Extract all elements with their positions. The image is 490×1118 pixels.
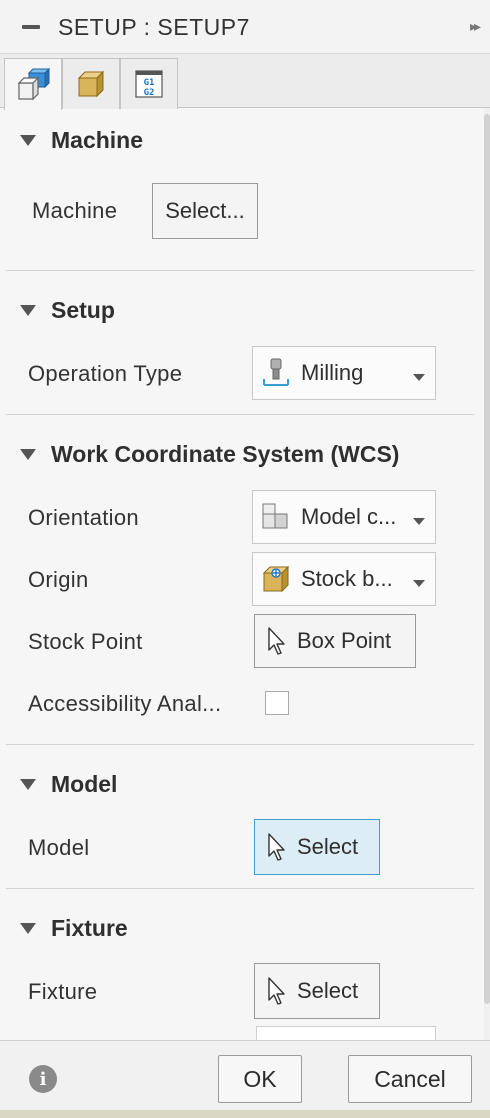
stock-point-label: Stock Point (28, 629, 143, 654)
tab-setup[interactable] (4, 58, 62, 110)
machine-select-label: Select... (165, 198, 245, 223)
cursor-arrow-icon (268, 627, 285, 655)
title-bar[interactable]: SETUP : SETUP7 ▸▸ (0, 0, 490, 54)
chevron-down-icon (413, 518, 425, 525)
info-icon[interactable]: i (29, 1065, 57, 1093)
fixture-select-label: Select (297, 978, 359, 1003)
setup-content-panel: Machine Machine Select... Setup Operatio… (6, 108, 484, 1040)
section-model-header[interactable]: Model (20, 769, 117, 799)
orientation-value: Model c... (301, 504, 397, 529)
cursor-arrow-icon (268, 833, 285, 861)
operation-type-value: Milling (301, 360, 364, 385)
cancel-button[interactable]: Cancel (348, 1055, 472, 1103)
partial-field[interactable] (256, 1026, 436, 1040)
setup-cube-icon (17, 67, 51, 100)
tab-post-process[interactable]: G1 G2 (120, 58, 178, 109)
tab-bar: G1 G2 (0, 54, 490, 110)
origin-dropdown[interactable]: Stock b... (252, 552, 436, 606)
divider (6, 414, 474, 415)
stock-box-icon (77, 70, 105, 98)
collapse-triangle-icon (20, 134, 36, 146)
background-strip (0, 1110, 490, 1118)
model-select-label: Select (297, 834, 359, 859)
section-setup-header[interactable]: Setup (20, 295, 115, 325)
collapse-icon[interactable] (22, 25, 40, 29)
origin-label: Origin (28, 567, 89, 592)
stock-point-button[interactable]: Box Point (254, 614, 416, 668)
accessibility-analysis-checkbox[interactable] (265, 691, 289, 715)
g-code-line1: G1 (144, 78, 155, 88)
scrollbar-thumb[interactable] (484, 114, 490, 1004)
machine-select-button[interactable]: Select... (152, 183, 258, 239)
ok-button-label: OK (243, 1065, 277, 1092)
operation-type-dropdown[interactable]: Milling (252, 346, 436, 400)
operation-type-label: Operation Type (28, 361, 183, 386)
cancel-button-label: Cancel (374, 1065, 446, 1092)
chevron-down-icon (413, 580, 425, 587)
section-wcs-header[interactable]: Work Coordinate System (WCS) (20, 439, 399, 469)
fixture-select-button[interactable]: Select (254, 963, 380, 1019)
orientation-dropdown[interactable]: Model c... (252, 490, 436, 544)
vertical-scrollbar[interactable] (484, 108, 490, 1040)
tab-stock[interactable] (62, 58, 120, 109)
divider (6, 744, 474, 745)
ok-button[interactable]: OK (218, 1055, 302, 1103)
section-wcs-title: Work Coordinate System (WCS) (51, 440, 400, 467)
section-setup-title: Setup (51, 296, 115, 323)
model-orientation-icon (262, 503, 288, 529)
orientation-label: Orientation (28, 505, 139, 530)
setup-dialog: SETUP : SETUP7 ▸▸ G1 G2 Machine Machine … (0, 0, 490, 1110)
chevron-down-icon (413, 374, 425, 381)
section-fixture-header[interactable]: Fixture (20, 913, 128, 943)
g-code-line2: G2 (144, 88, 155, 98)
divider (6, 270, 474, 271)
section-fixture-title: Fixture (51, 914, 128, 941)
model-label: Model (28, 835, 90, 860)
machine-label: Machine (32, 198, 118, 223)
model-select-button[interactable]: Select (254, 819, 380, 875)
expand-icon[interactable]: ▸▸ (470, 18, 481, 35)
collapse-triangle-icon (20, 922, 36, 934)
divider (6, 888, 474, 889)
stock-point-button-label: Box Point (297, 628, 392, 653)
collapse-triangle-icon (20, 778, 36, 790)
collapse-triangle-icon (20, 304, 36, 316)
milling-tool-icon (263, 358, 289, 386)
origin-value: Stock b... (301, 566, 393, 591)
accessibility-analysis-label: Accessibility Anal... (28, 691, 222, 716)
fixture-label: Fixture (28, 979, 98, 1004)
section-model-title: Model (51, 770, 118, 797)
section-machine-title: Machine (51, 126, 144, 153)
dialog-title: SETUP : SETUP7 (58, 14, 250, 40)
g-code-icon: G1 G2 (135, 70, 163, 98)
stock-box-point-icon (262, 565, 290, 593)
cursor-arrow-icon (268, 977, 285, 1005)
collapse-triangle-icon (20, 448, 36, 460)
section-machine-header[interactable]: Machine (20, 125, 143, 155)
dialog-footer: i OK Cancel (0, 1040, 490, 1110)
